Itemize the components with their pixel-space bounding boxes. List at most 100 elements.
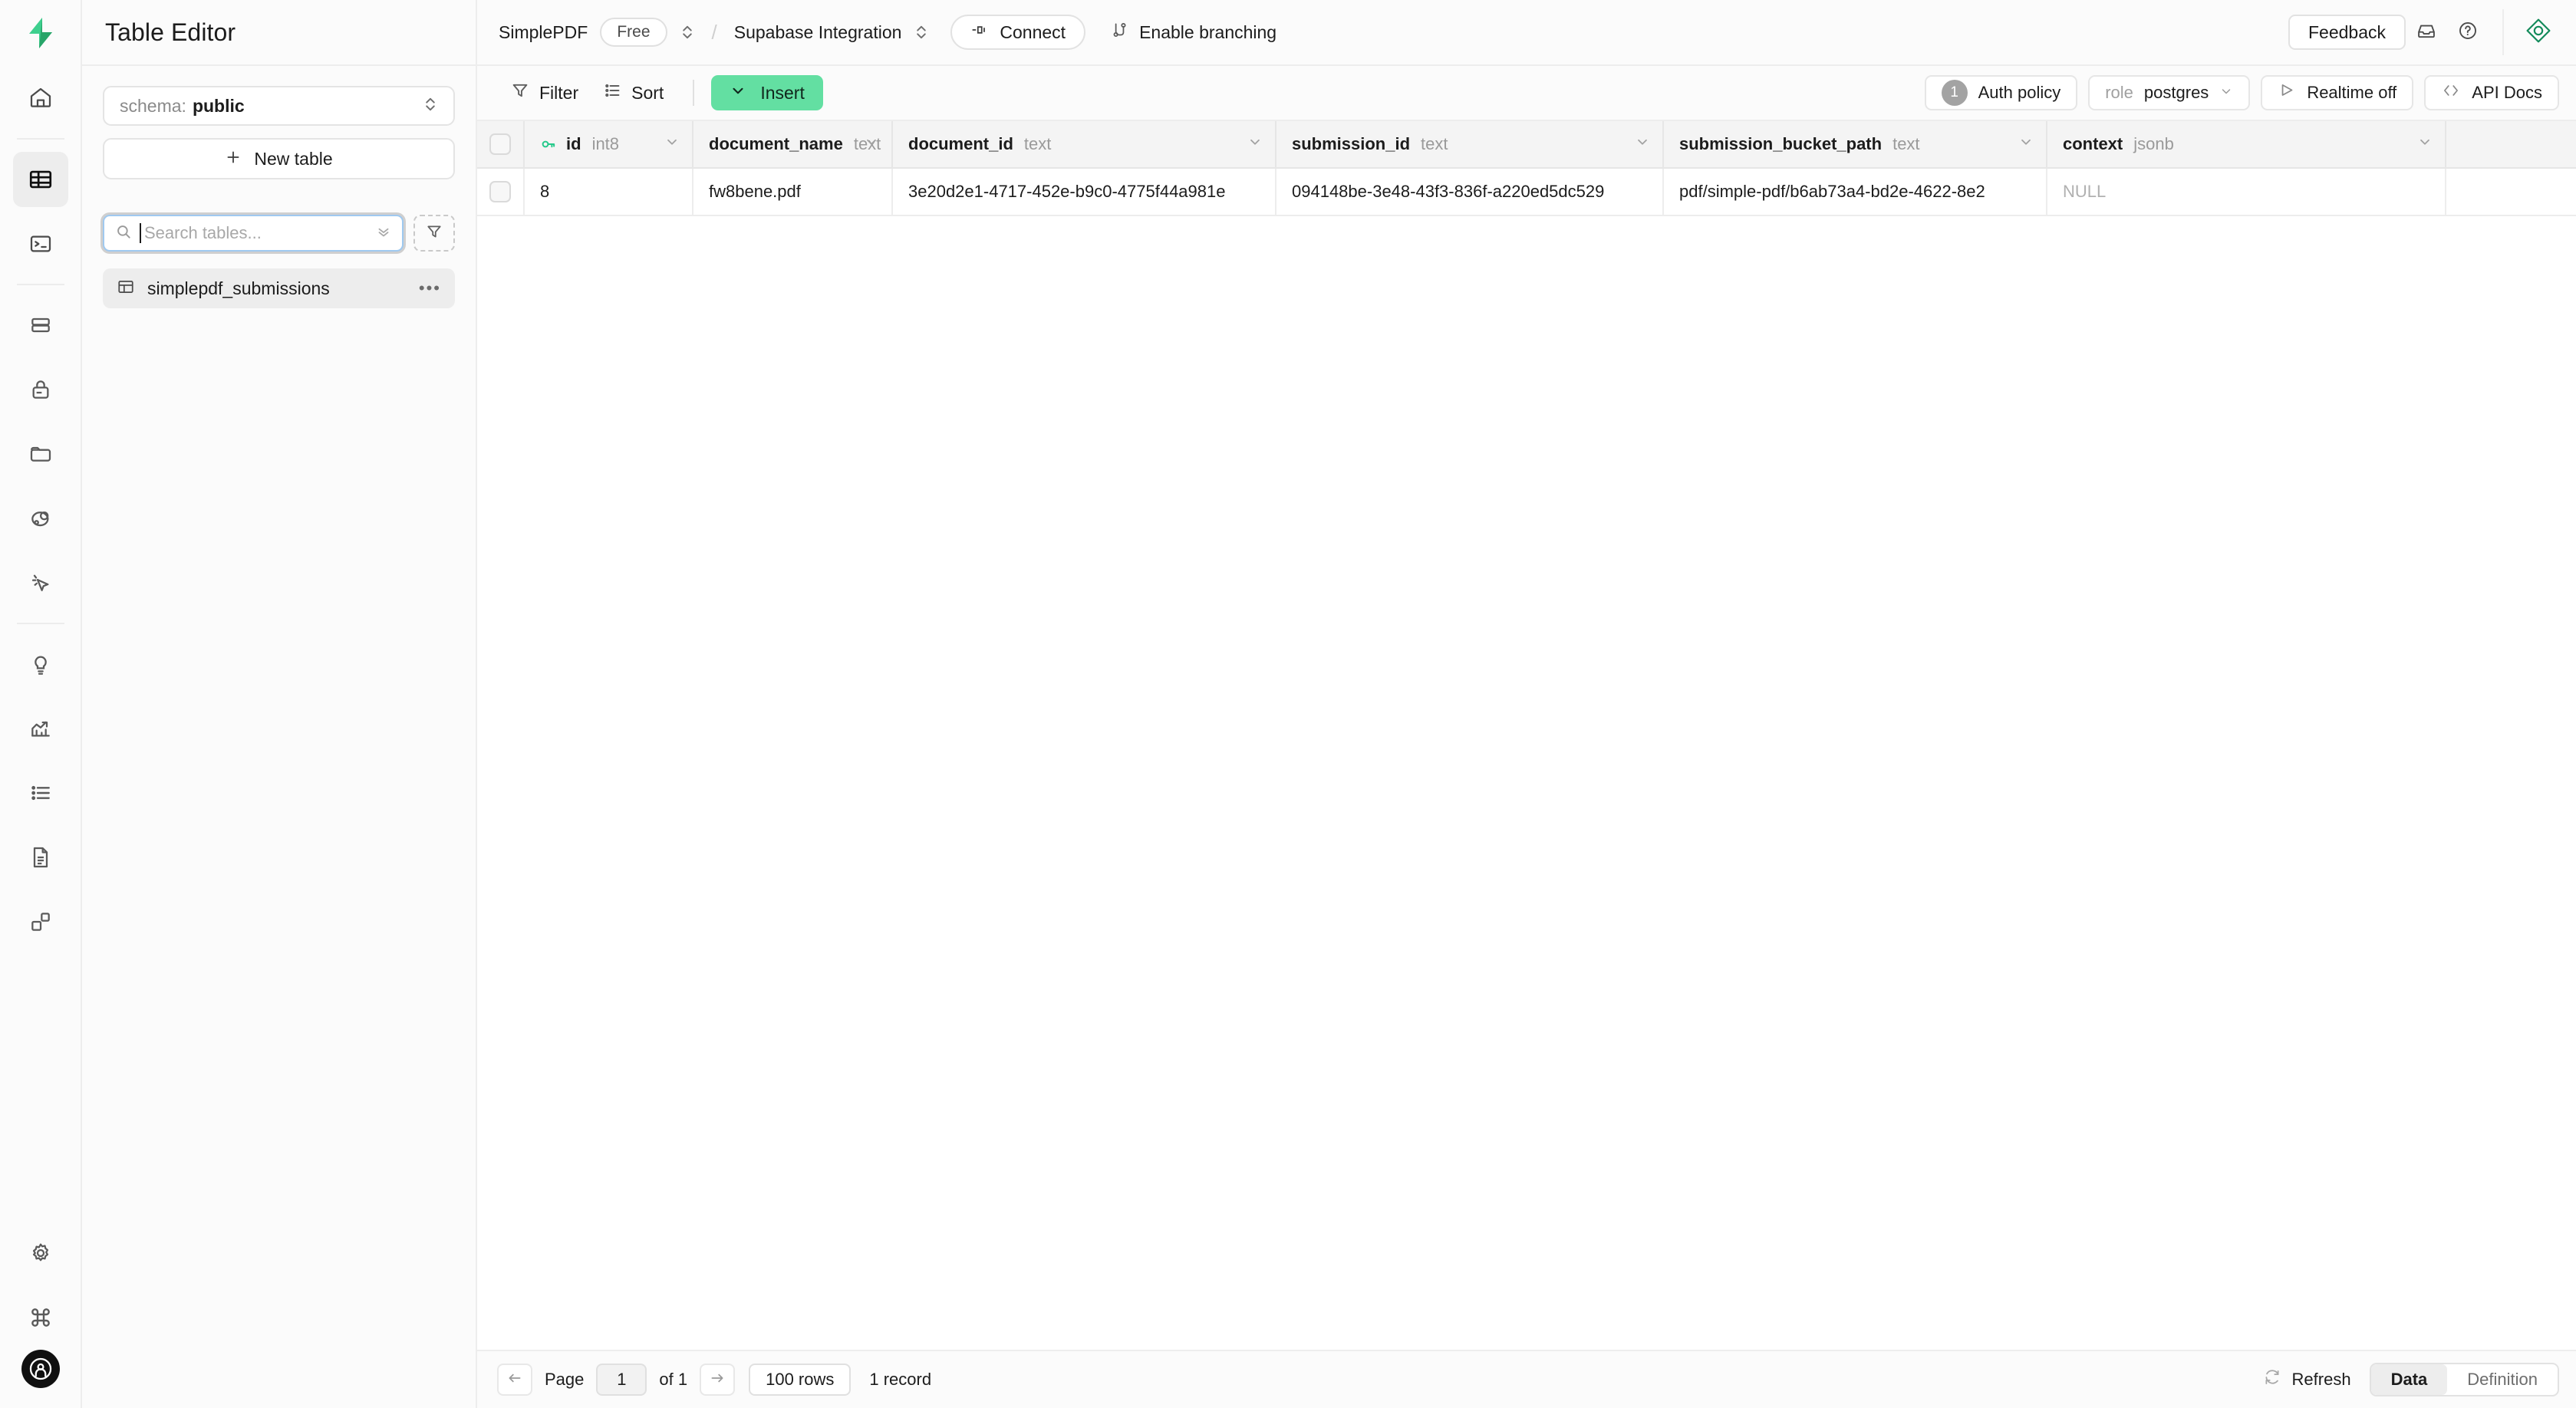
filter-button[interactable]: Filter	[499, 76, 591, 110]
rail-item-home[interactable]	[13, 71, 68, 126]
tab-definition[interactable]: Definition	[2447, 1364, 2558, 1395]
git-branch-icon	[1110, 21, 1128, 44]
rail-item-storage[interactable]	[13, 426, 68, 482]
table-icon	[28, 166, 54, 192]
next-page-button[interactable]	[700, 1364, 736, 1396]
home-icon	[28, 86, 53, 110]
sidebar-body: schema: public New table Search tables..…	[82, 66, 476, 308]
chevron-down-icon[interactable]	[2018, 134, 2034, 154]
grid-header-row: id int8 document_name text document_id t…	[477, 121, 2576, 169]
rail-divider	[16, 284, 64, 285]
column-header-document-id[interactable]: document_id text	[893, 121, 1276, 167]
plan-badge[interactable]: Free	[600, 18, 667, 47]
column-name: document_name	[709, 134, 843, 153]
checkbox-box	[489, 181, 511, 202]
select-all-checkbox[interactable]	[477, 121, 525, 167]
table-small-icon	[117, 278, 135, 300]
chevron-down-icon[interactable]	[1635, 134, 1650, 154]
rail-item-settings[interactable]	[13, 1225, 68, 1281]
chevron-down-icon[interactable]	[664, 134, 680, 154]
text-caret	[140, 223, 141, 243]
refresh-label: Refresh	[2291, 1370, 2351, 1389]
column-header-document-name[interactable]: document_name text	[693, 121, 893, 167]
rail-item-advisors[interactable]	[13, 637, 68, 692]
rail-item-integrations[interactable]	[13, 894, 68, 949]
sort-button[interactable]: Sort	[591, 76, 676, 110]
api-docs-button[interactable]: API Docs	[2424, 75, 2559, 110]
table-context-menu-button[interactable]: •••	[419, 280, 441, 297]
rail-item-logs[interactable]	[13, 765, 68, 821]
chevron-down-icon[interactable]	[864, 134, 879, 154]
page-total-label: of 1	[659, 1370, 688, 1389]
assistant-button[interactable]	[2518, 13, 2559, 51]
table-row[interactable]: 8 fw8bene.pdf 3e20d2e1-4717-452e-b9c0-47…	[477, 169, 2576, 216]
cell-submission-id[interactable]: 094148be-3e48-43f3-836f-a220ed5dc529	[1276, 169, 1664, 215]
rail-item-sql-editor[interactable]	[13, 216, 68, 271]
toolbar-divider	[693, 80, 695, 106]
search-tables-input[interactable]: Search tables...	[103, 215, 404, 252]
filter-tables-button[interactable]	[413, 215, 455, 252]
rail-item-authentication[interactable]	[13, 362, 68, 417]
assistant-diamond-icon	[2525, 17, 2552, 48]
rail-item-realtime[interactable]	[13, 555, 68, 610]
lock-icon	[28, 377, 53, 402]
funnel-icon	[511, 81, 529, 104]
cell-id[interactable]: 8	[525, 169, 693, 215]
page-number-input[interactable]: 1	[596, 1364, 647, 1396]
column-header-submission-bucket-path[interactable]: submission_bucket_path text	[1664, 121, 2047, 167]
column-header-context[interactable]: context jsonb	[2047, 121, 2446, 167]
new-table-button[interactable]: New table	[103, 138, 455, 179]
rail-item-table-editor[interactable]	[12, 152, 68, 207]
rail-item-database[interactable]	[13, 298, 68, 353]
row-select-checkbox[interactable]	[477, 169, 525, 215]
role-selector[interactable]: role postgres	[2088, 75, 2251, 110]
arrow-right-icon	[709, 1370, 726, 1390]
search-placeholder: Search tables...	[144, 223, 262, 242]
filter-label: Filter	[539, 82, 579, 103]
rows-per-page-button[interactable]: 100 rows	[749, 1364, 852, 1396]
account-avatar[interactable]	[21, 1350, 60, 1388]
breadcrumb-separator: /	[711, 20, 717, 44]
chevron-down-icon[interactable]	[1247, 134, 1263, 154]
connect-button[interactable]: Connect	[950, 15, 1086, 50]
rail-item-command-menu[interactable]	[13, 1290, 68, 1345]
enable-branching-button[interactable]: Enable branching	[1099, 15, 1287, 50]
sidebar-table-item[interactable]: simplepdf_submissions •••	[103, 268, 455, 308]
realtime-toggle-button[interactable]: Realtime off	[2261, 75, 2414, 110]
blocks-icon	[28, 910, 53, 934]
feedback-button[interactable]: Feedback	[2288, 15, 2406, 50]
inbox-button[interactable]	[2406, 13, 2447, 51]
column-header-id[interactable]: id int8	[525, 121, 693, 167]
tab-data[interactable]: Data	[2370, 1364, 2448, 1395]
chevron-down-icon[interactable]	[2417, 134, 2433, 154]
refresh-button[interactable]: Refresh	[2263, 1368, 2351, 1391]
breadcrumb-org[interactable]: SimplePDF	[499, 22, 588, 43]
schema-selector[interactable]: schema: public	[103, 86, 455, 126]
insert-button[interactable]: Insert	[711, 75, 823, 110]
new-table-label: New table	[254, 148, 333, 169]
rail-item-edge-functions[interactable]	[13, 491, 68, 546]
help-circle-icon	[2457, 20, 2479, 45]
schema-value: public	[192, 95, 245, 116]
toolbar-right-group: 1 Auth policy role postgres Realtime off…	[1924, 75, 2559, 110]
cell-context[interactable]: NULL	[2047, 169, 2446, 215]
cell-submission-bucket-path[interactable]: pdf/simple-pdf/b6ab73a4-bd2e-4622-8e2	[1664, 169, 2047, 215]
supabase-logo[interactable]	[0, 0, 81, 66]
code-brackets-icon	[2441, 81, 2461, 104]
rail-item-reports[interactable]	[13, 701, 68, 756]
help-button[interactable]	[2447, 13, 2489, 51]
auth-policy-button[interactable]: 1 Auth policy	[1924, 75, 2078, 110]
column-header-submission-id[interactable]: submission_id text	[1276, 121, 1664, 167]
rail-item-api-docs[interactable]	[13, 830, 68, 885]
cell-document-name[interactable]: fw8bene.pdf	[693, 169, 893, 215]
previous-page-button[interactable]	[497, 1364, 532, 1396]
breadcrumb-project[interactable]: Supabase Integration	[734, 22, 902, 43]
rail-group-bottom	[0, 1221, 81, 1350]
cell-document-id[interactable]: 3e20d2e1-4717-452e-b9c0-4775f44a981e	[893, 169, 1276, 215]
view-mode-toggle: Data Definition	[2369, 1363, 2559, 1396]
insert-label: Insert	[760, 82, 805, 103]
page-label: Page	[545, 1370, 585, 1389]
org-switcher-icon[interactable]	[680, 23, 695, 41]
project-switcher-icon[interactable]	[914, 23, 929, 41]
lightbulb-icon	[28, 652, 53, 676]
